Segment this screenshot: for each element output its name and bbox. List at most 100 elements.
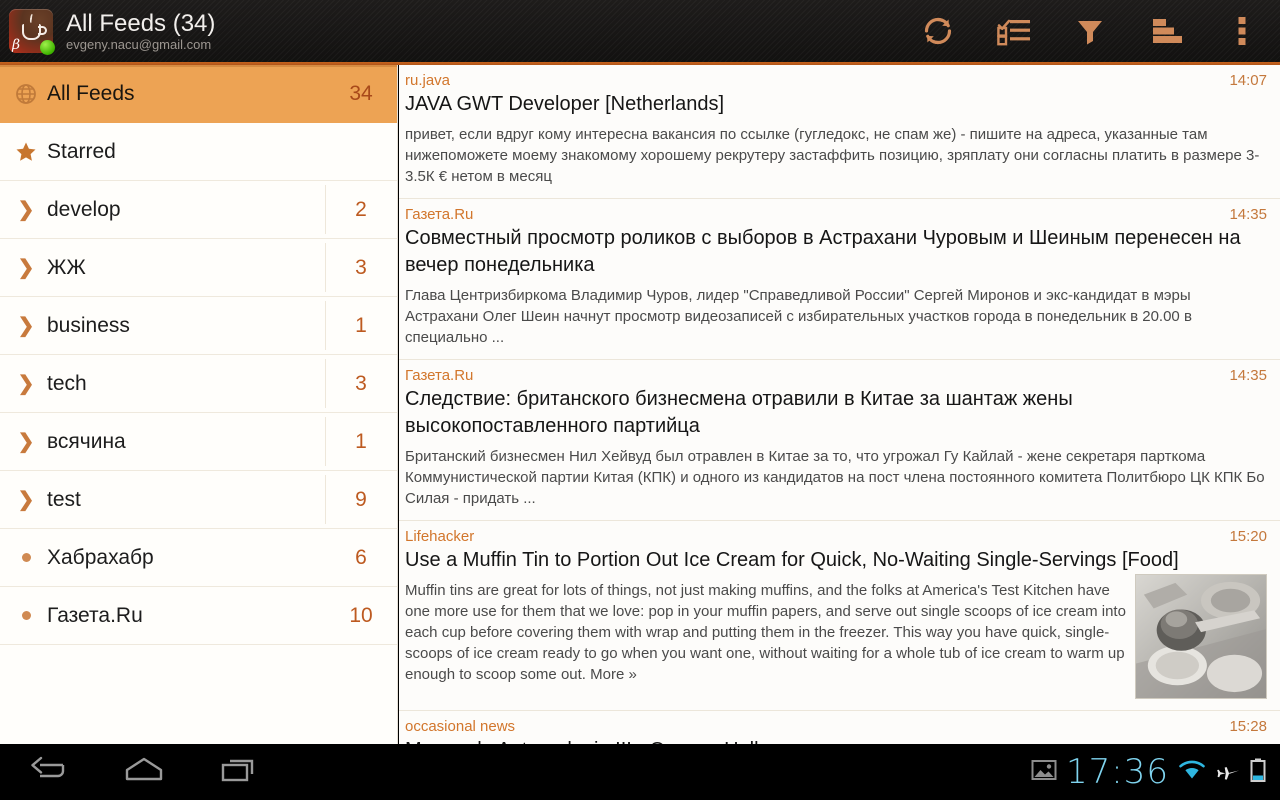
sidebar-item-starred[interactable]: Starred (0, 123, 397, 181)
chevron-right-icon: ❯ (17, 430, 35, 453)
app-root: β All Feeds (34) evgeny.nacu@gmail.com A… (0, 0, 1280, 800)
sort-button[interactable] (1128, 0, 1204, 62)
sidebar-item-business[interactable]: ❯ business 1 (0, 297, 397, 355)
sidebar-item-develop[interactable]: ❯ develop 2 (0, 181, 397, 239)
sidebar-item-count: 9 (355, 487, 367, 511)
article-snippet: Глава Центризбиркома Владимир Чуров, лид… (405, 287, 1192, 346)
sidebar-item-count: 3 (355, 255, 367, 279)
beta-label: β (12, 37, 21, 53)
filter-funnel-icon (1074, 15, 1106, 47)
sidebar-item-Газета.Ru[interactable]: Газета.Ru 10 (0, 587, 397, 645)
count-column-divider (325, 475, 326, 524)
article-header: Lifehacker 15:20 (405, 528, 1267, 545)
article-list-item[interactable]: Газета.Ru 14:35 Следствие: британского биз… (399, 360, 1280, 521)
overflow-menu-button[interactable] (1204, 0, 1280, 62)
chevron-right-icon: ❯ (17, 256, 35, 279)
article-list-item[interactable]: ru.java 14:07 JAVA GWT Developer [Netherla… (399, 65, 1280, 199)
sidebar-item-label: All Feeds (47, 81, 135, 105)
back-icon (27, 756, 69, 789)
sidebar-item-count: 10 (349, 603, 373, 627)
count-column-divider (325, 301, 326, 350)
article-feed-name: Газета.Ru (405, 206, 474, 223)
sidebar-item-count: 6 (355, 545, 367, 569)
recent-apps-button[interactable] (192, 744, 288, 800)
refresh-icon (921, 14, 955, 48)
article-list-item[interactable]: Lifehacker 15:20 Use a Muffin Tin to Porti… (399, 521, 1280, 711)
sidebar-item-ЖЖ[interactable]: ❯ ЖЖ 3 (0, 239, 397, 297)
article-title: JAVA GWT Developer [Netherlands] (405, 93, 725, 115)
article-timestamp: 14:07 (1229, 72, 1267, 89)
article-timestamp: 15:28 (1229, 718, 1267, 735)
app-icon-button[interactable]: β (0, 0, 62, 62)
article-feed-name: Lifehacker (405, 528, 475, 545)
article-header: Газета.Ru 14:35 (405, 206, 1267, 223)
sidebar-item-count: 2 (355, 197, 367, 221)
article-timestamp: 14:35 (1229, 206, 1267, 223)
cup-handle-shape (38, 26, 47, 35)
article-title: Совместный просмотр роликов с выборов в … (405, 227, 1241, 276)
article-snippet: привет, если вдруг кому интересна ваканс… (405, 126, 1260, 185)
article-title: Следствие: британского бизнесмена отрави… (405, 388, 1073, 437)
battery-icon (1250, 758, 1266, 787)
sidebar-item-count: 34 (349, 81, 373, 105)
article-feed-name: Газета.Ru (405, 367, 474, 384)
sidebar-item-tech[interactable]: ❯ tech 3 (0, 355, 397, 413)
filter-button[interactable] (1052, 0, 1128, 62)
article-body-with-thumbnail: Muffin tins are great for lots of things… (405, 574, 1267, 699)
article-header: occasional news 15:28 (405, 718, 1267, 735)
sidebar-item-всячина[interactable]: ❯ всячина 1 (0, 413, 397, 471)
article-snippet: Британский бизнесмен Нил Хейвуд был отра… (405, 448, 1265, 507)
wifi-icon (1178, 759, 1206, 786)
sidebar-item-count: 1 (355, 313, 367, 337)
sidebar-item-all-feeds[interactable]: All Feeds 34 (0, 65, 397, 123)
article-feed-name: occasional news (405, 718, 516, 735)
globe-icon (0, 83, 46, 105)
overflow-menu-icon (1237, 15, 1247, 47)
refresh-button[interactable] (900, 0, 976, 62)
sidebar-item-label: Starred (47, 139, 116, 163)
home-icon (122, 756, 166, 789)
article-list-item[interactable]: occasional news 15:28 Museo de Antropologi… (399, 711, 1280, 744)
article-thumbnail-muffin-tin (1135, 574, 1267, 699)
recent-apps-icon (219, 756, 261, 789)
article-feed-name: ru.java (405, 72, 451, 89)
count-column-divider (325, 417, 326, 466)
chevron-right-icon: ❯ (17, 198, 35, 221)
sidebar-item-label: business (47, 313, 130, 337)
article-list: ru.java 14:07 JAVA GWT Developer [Netherla… (399, 65, 1280, 744)
article-list-item[interactable]: Газета.Ru 14:35 Совместный просмотр ролико… (399, 199, 1280, 360)
chevron-right-icon: ❯ (17, 314, 35, 337)
article-timestamp: 15:20 (1229, 528, 1267, 545)
back-button[interactable] (0, 744, 96, 800)
mark-read-checklist-icon (996, 16, 1032, 46)
home-button[interactable] (96, 744, 192, 800)
article-title: Use a Muffin Tin to Portion Out Ice Crea… (405, 549, 1179, 571)
action-bar-titles: All Feeds (34) evgeny.nacu@gmail.com (66, 10, 215, 53)
count-column-divider (325, 359, 326, 408)
steam-icon (29, 13, 34, 24)
count-column-divider (325, 243, 326, 292)
sidebar-item-label: Хабрахабр (47, 545, 154, 569)
dot-icon (0, 553, 46, 562)
sidebar-item-label: test (47, 487, 81, 511)
sidebar-item-label: ЖЖ (47, 255, 86, 279)
article-header: ru.java 14:07 (405, 72, 1267, 89)
sidebar-item-test[interactable]: ❯ test 9 (0, 471, 397, 529)
sidebar-item-label: develop (47, 197, 121, 221)
airplane-mode-icon (1215, 759, 1241, 786)
sidebar-item-label: tech (47, 371, 87, 395)
article-title: Museo de Antropologia III - Oaxaca Hall (405, 737, 1267, 744)
sidebar-item-label: всячина (47, 429, 126, 453)
sidebar-item-Хабрахабр[interactable]: Хабрахабр 6 (0, 529, 397, 587)
mark-read-button[interactable] (976, 0, 1052, 62)
sort-bars-icon (1149, 16, 1183, 46)
system-navigation-bar: 17:36 (0, 744, 1280, 800)
system-status-area[interactable]: 17:36 (1031, 755, 1280, 789)
article-header: Газета.Ru 14:35 (405, 367, 1267, 384)
article-timestamp: 14:35 (1229, 367, 1267, 384)
image-notification-icon (1031, 759, 1057, 786)
online-status-dot (40, 40, 55, 55)
sidebar-item-count: 1 (355, 429, 367, 453)
chevron-right-icon: ❯ (17, 372, 35, 395)
article-snippet: Muffin tins are great for lots of things… (405, 582, 1126, 683)
